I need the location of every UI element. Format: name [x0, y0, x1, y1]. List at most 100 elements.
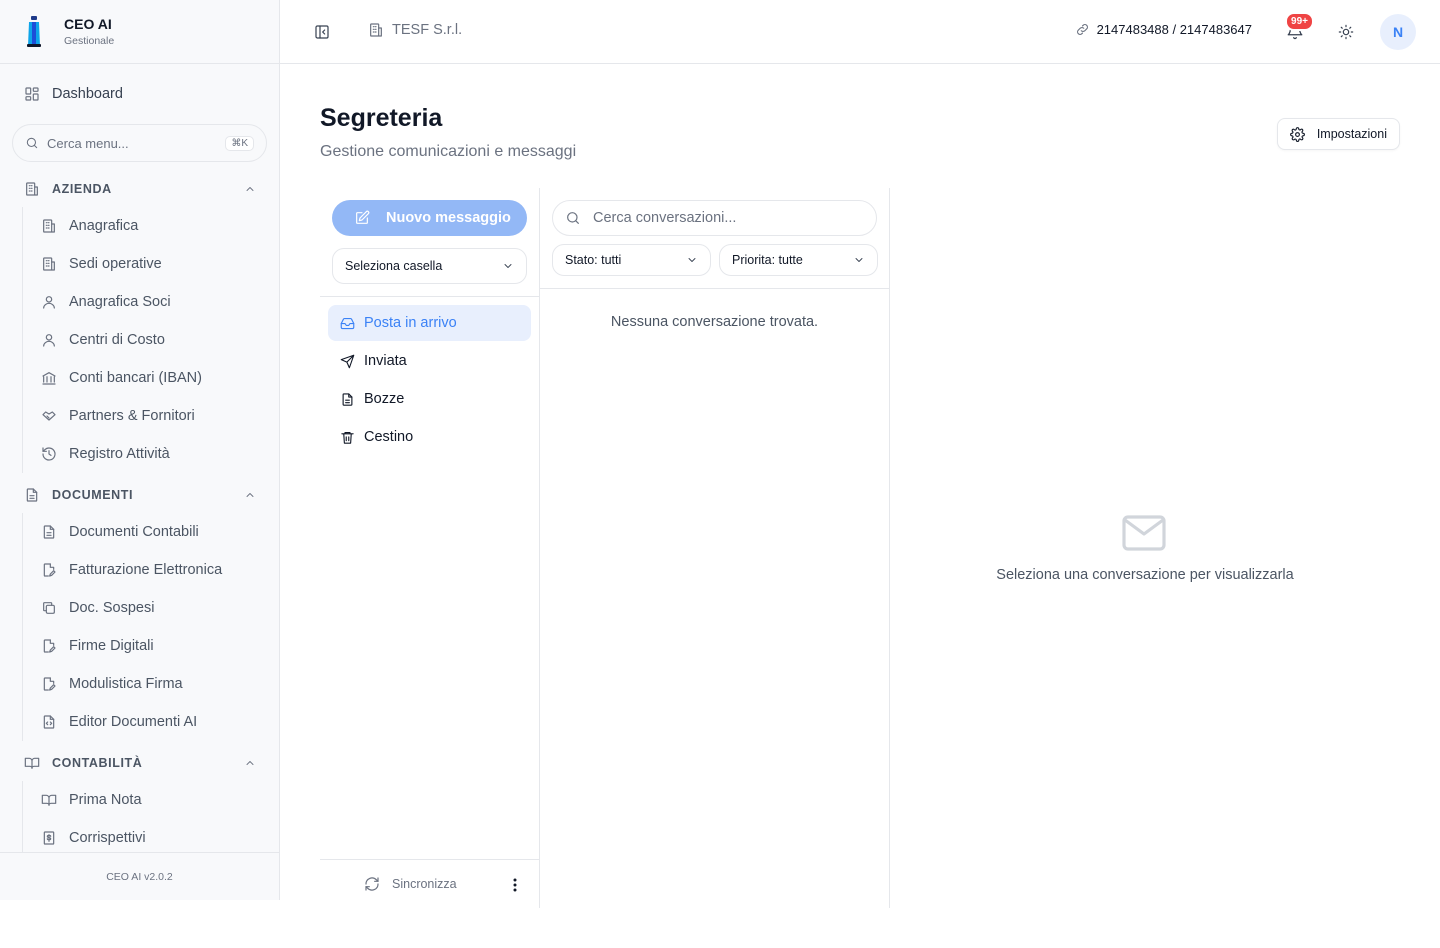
- section-documenti[interactable]: DOCUMENTI: [24, 487, 256, 503]
- company-selector[interactable]: TESF S.r.l.: [368, 22, 462, 38]
- compose-icon: [356, 210, 370, 224]
- user-icon: [43, 334, 55, 347]
- tenant-ids-text: 2147483488 / 2147483647: [1096, 22, 1252, 37]
- sync-label: Sincronizza: [392, 877, 457, 891]
- section-contabilita-items: Prima Nota Corrispettivi: [22, 781, 262, 852]
- brand-logo-icon: [27, 15, 41, 47]
- sidebar-toggle-icon[interactable]: [314, 24, 330, 40]
- company-name: TESF S.r.l.: [392, 22, 463, 38]
- sidebar-item-centri-di-costo[interactable]: Centri di Costo: [23, 321, 262, 359]
- new-message-button[interactable]: Nuovo messaggio: [332, 200, 527, 236]
- trash-icon: [341, 431, 354, 444]
- sidebar-item-firme-digitali[interactable]: Firme Digitali: [23, 627, 262, 665]
- settings-button-label: Impostazioni: [1316, 127, 1387, 141]
- settings-button[interactable]: Impostazioni: [1276, 118, 1400, 150]
- empty-conversations-message: Nessuna conversazione trovata.: [610, 314, 819, 330]
- sidebar-item-label: Corrispettivi: [69, 830, 146, 846]
- section-contabilita[interactable]: CONTABILITÀ: [24, 755, 256, 771]
- sidebar-item-editor-documenti-ai[interactable]: Editor Documenti AI: [23, 703, 262, 741]
- sidebar-item-conti-bancari[interactable]: Conti bancari (IBAN): [23, 359, 262, 397]
- file-signature-icon: [43, 639, 56, 653]
- sidebar-item-label: Firme Digitali: [69, 638, 154, 654]
- mail-icon: [1122, 515, 1166, 551]
- section-label: AZIENDA: [52, 182, 112, 196]
- sidebar-item-label: Documenti Contabili: [69, 524, 199, 540]
- chevron-down-icon: [855, 258, 863, 262]
- shortcut-badge: ⌘K: [225, 135, 254, 151]
- sync-button[interactable]: Sincronizza: [364, 876, 457, 892]
- search-icon: [26, 137, 38, 149]
- mailbox-select[interactable]: Seleziona casella: [332, 248, 527, 284]
- status-filter[interactable]: Stato: tutti: [552, 244, 711, 276]
- folder-sent[interactable]: Inviata: [328, 343, 531, 379]
- sidebar-item-corrispettivi[interactable]: Corrispettivi: [23, 819, 262, 852]
- sidebar-item-registro-attivita[interactable]: Registro Attività: [23, 435, 262, 473]
- section-azienda[interactable]: AZIENDA: [24, 181, 256, 197]
- sidebar-item-partners-fornitori[interactable]: Partners & Fornitori: [23, 397, 262, 435]
- brand[interactable]: CEO AI Gestionale: [0, 0, 279, 64]
- theme-toggle-sun-icon[interactable]: [1338, 24, 1354, 40]
- send-icon: [340, 354, 355, 368]
- conversation-search-placeholder: Cerca conversazioni...: [593, 210, 737, 226]
- sidebar-item-prima-nota[interactable]: Prima Nota: [23, 781, 262, 819]
- folder-label: Inviata: [364, 353, 407, 369]
- folder-inbox[interactable]: Posta in arrivo: [328, 305, 531, 341]
- sidebar-item-modulistica-firma[interactable]: Modulistica Firma: [23, 665, 262, 703]
- sidebar-item-label: Centri di Costo: [69, 332, 165, 348]
- conversation-search-input[interactable]: Cerca conversazioni...: [552, 200, 877, 236]
- file-text-icon: [342, 392, 353, 406]
- folder-trash[interactable]: Cestino: [328, 419, 531, 455]
- link-icon: [1076, 24, 1088, 35]
- divider: [320, 296, 539, 297]
- sidebar-item-dashboard[interactable]: Dashboard: [24, 86, 123, 102]
- mail-folders-panel: Nuovo messaggio Seleziona casella Posta …: [320, 188, 540, 908]
- dashboard-icon: [25, 87, 39, 101]
- building-icon: [370, 23, 382, 37]
- inbox-icon: [340, 317, 355, 329]
- folders-footer: Sincronizza: [320, 859, 539, 908]
- menu-search-placeholder: Cerca menu...: [47, 135, 129, 151]
- folder-label: Posta in arrivo: [364, 315, 457, 331]
- sidebar-item-label: Fatturazione Elettronica: [69, 562, 223, 578]
- refresh-icon: [365, 877, 379, 891]
- divider: [540, 288, 889, 289]
- receipt-icon: [43, 831, 55, 845]
- building-icon: [43, 257, 55, 271]
- sidebar-item-label: Dashboard: [52, 86, 123, 102]
- page-title: Segreteria: [320, 104, 443, 132]
- sidebar-item-label: Conti bancari (IBAN): [69, 370, 202, 386]
- notification-badge: 99+: [1285, 12, 1314, 31]
- sidebar-item-sedi-operative[interactable]: Sedi operative: [23, 245, 262, 283]
- gear-icon: [1289, 126, 1305, 142]
- sidebar-item-anagrafica[interactable]: Anagrafica: [23, 207, 262, 245]
- folder-label: Cestino: [364, 429, 414, 445]
- chevron-up-icon: [246, 493, 254, 497]
- sidebar-item-anagrafica-soci[interactable]: Anagrafica Soci: [23, 283, 262, 321]
- sidebar-item-label: Prima Nota: [69, 792, 142, 808]
- more-vertical-icon[interactable]: [509, 877, 521, 893]
- empty-detail-message: Seleziona una conversazione per visualiz…: [996, 567, 1294, 583]
- file-icon: [26, 488, 38, 502]
- top-bar: TESF S.r.l. 2147483488 / 2147483647 99+ …: [280, 0, 1440, 64]
- priority-filter[interactable]: Priorita: tutte: [719, 244, 878, 276]
- file-edit-icon: [43, 563, 56, 577]
- sidebar-item-label: Registro Attività: [69, 446, 170, 462]
- sidebar-item-doc-sospesi[interactable]: Doc. Sospesi: [23, 589, 262, 627]
- copy-icon: [43, 602, 55, 614]
- file-code-icon: [43, 715, 55, 729]
- user-avatar[interactable]: N: [1380, 14, 1416, 50]
- sidebar-item-label: Anagrafica: [69, 218, 139, 234]
- sidebar-item-documenti-contabili[interactable]: Documenti Contabili: [23, 513, 262, 551]
- section-documenti-items: Documenti Contabili Fatturazione Elettro…: [22, 513, 262, 741]
- new-message-label: Nuovo messaggio: [386, 210, 511, 226]
- user-icon: [43, 296, 55, 309]
- sidebar-item-fatturazione-elettronica[interactable]: Fatturazione Elettronica: [23, 551, 262, 589]
- search-icon: [567, 212, 579, 224]
- file-signature-icon: [43, 677, 56, 691]
- brand-title: CEO AI: [64, 16, 112, 32]
- folder-drafts[interactable]: Bozze: [328, 381, 531, 417]
- sidebar-item-label: Doc. Sospesi: [69, 600, 155, 616]
- menu-search-input[interactable]: Cerca menu... ⌘K: [12, 124, 267, 162]
- sidebar-item-label: Editor Documenti AI: [69, 714, 198, 730]
- sidebar-item-label: Partners & Fornitori: [69, 408, 195, 424]
